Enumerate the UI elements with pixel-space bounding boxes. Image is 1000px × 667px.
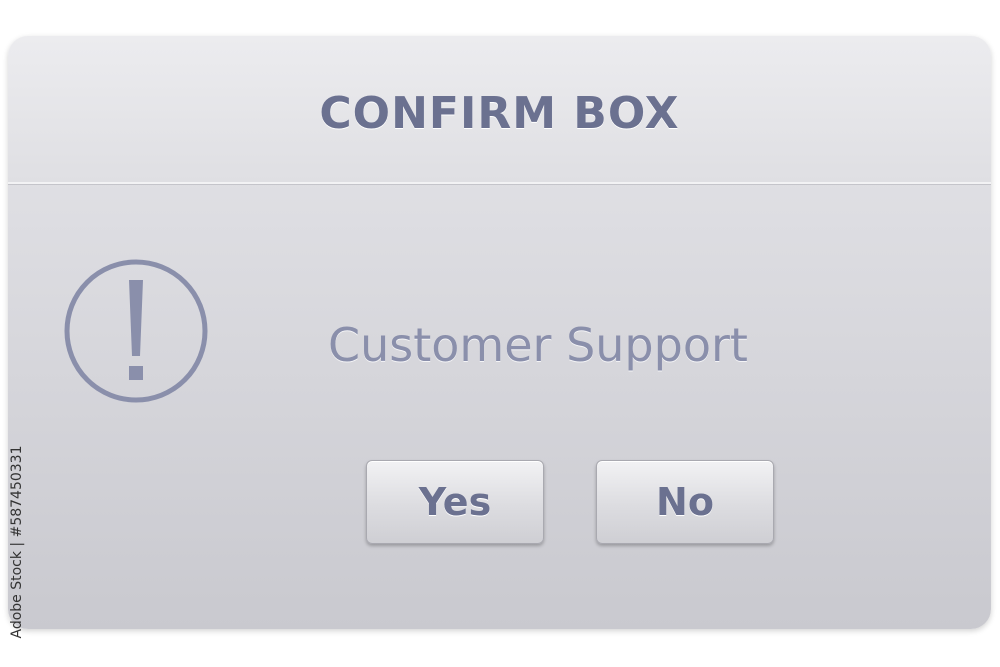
confirm-dialog: CONFIRM BOX Customer Support Yes No <box>8 36 991 629</box>
dialog-title: CONFIRM BOX <box>319 88 680 139</box>
dialog-message: Customer Support <box>328 318 748 372</box>
stock-watermark: Adobe Stock | #587450331 <box>2 432 32 652</box>
watermark-text: Adobe Stock | #587450331 <box>9 445 25 639</box>
yes-button[interactable]: Yes <box>366 460 544 544</box>
dialog-header: CONFIRM BOX <box>8 36 991 184</box>
no-button[interactable]: No <box>596 460 774 544</box>
exclamation-circle-icon <box>64 259 208 403</box>
